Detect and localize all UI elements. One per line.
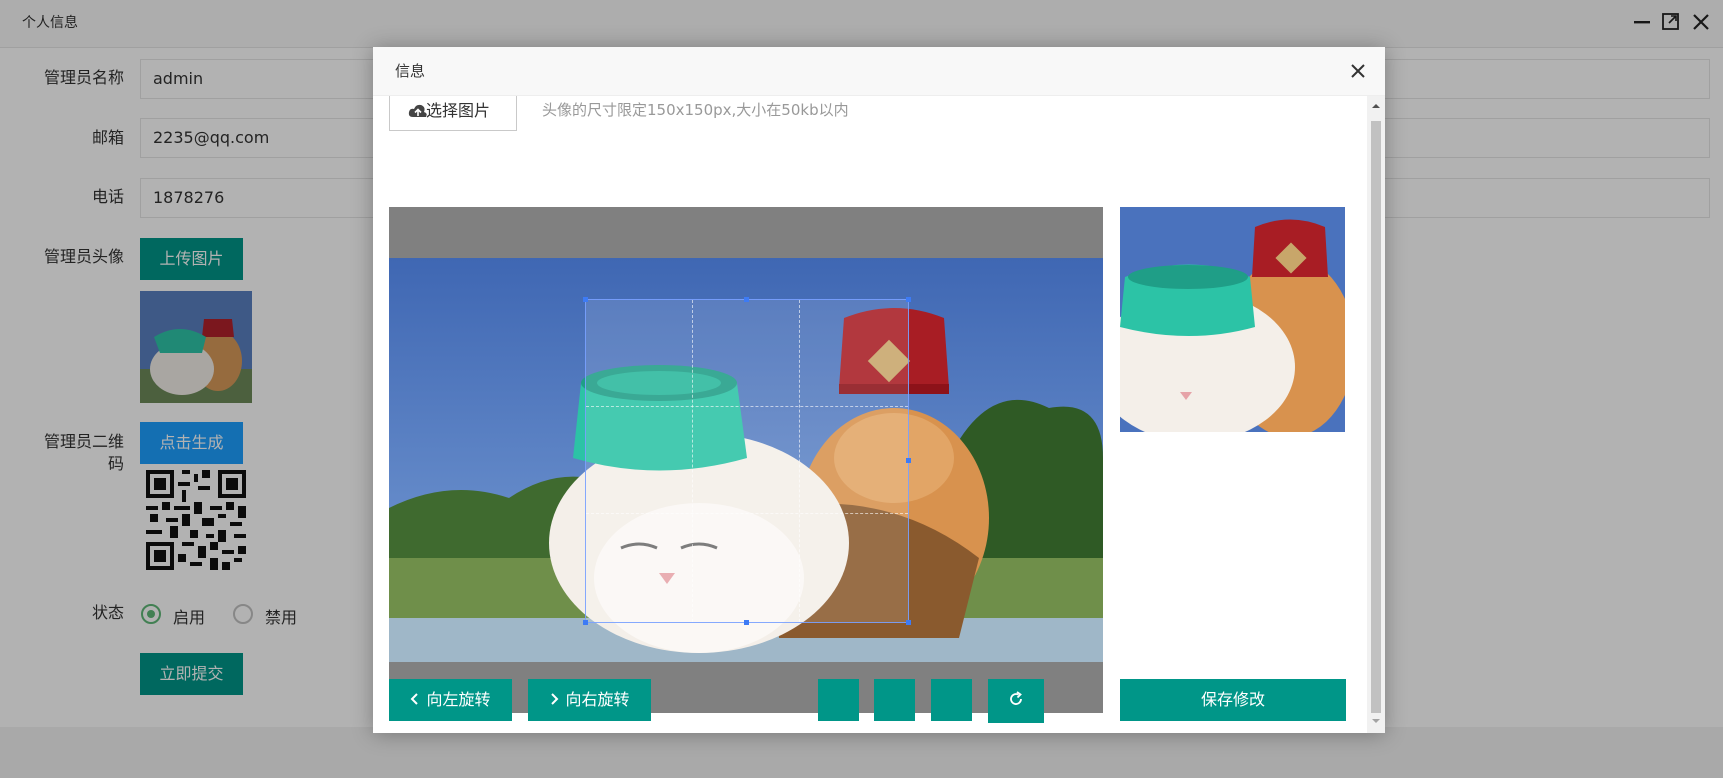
chevron-left-icon [411,693,419,705]
zoom-in-button[interactable] [818,679,859,721]
size-hint: 头像的尺寸限定150x150px,大小在50kb以内 [542,101,849,119]
refresh-icon [1010,691,1022,705]
crop-canvas[interactable] [389,207,1103,713]
zoom-out-button[interactable] [874,679,915,721]
resize-handle[interactable] [583,297,588,302]
fit-button[interactable] [931,679,972,721]
dialog-header: 信息 [373,47,1385,96]
reset-button[interactable] [988,679,1044,723]
avatar-preview [1120,207,1345,432]
resize-handle[interactable] [906,297,911,302]
resize-handle[interactable] [583,620,588,625]
chevron-right-icon [551,693,559,705]
dialog-body: 选择图片 头像的尺寸限定150x150px,大小在50kb以内 [373,96,1366,733]
rotate-right-button[interactable]: 向右旋转 [528,679,651,721]
crop-selection-box[interactable] [583,297,911,625]
resize-handle[interactable] [744,297,749,302]
resize-handle[interactable] [906,458,911,463]
rotate-left-button[interactable]: 向左旋转 [389,679,512,721]
choose-image-label: 选择图片 [426,101,491,120]
dialog-title: 信息 [395,62,426,80]
resize-handle[interactable] [744,620,749,625]
close-icon[interactable] [1348,61,1368,81]
scroll-down-icon[interactable] [1371,716,1381,726]
dialog-scrollbar[interactable] [1367,96,1385,733]
save-changes-button[interactable]: 保存修改 [1120,679,1346,721]
cloud-upload-icon [408,104,427,117]
resize-handle[interactable] [906,620,911,625]
choose-image-button[interactable]: 选择图片 [389,96,517,131]
scroll-up-icon[interactable] [1371,101,1381,111]
scroll-thumb[interactable] [1371,121,1381,713]
avatar-crop-dialog: 信息 选择图片 头像的尺寸限定150x150px,大小在50kb以内 向左旋转 … [373,47,1385,733]
